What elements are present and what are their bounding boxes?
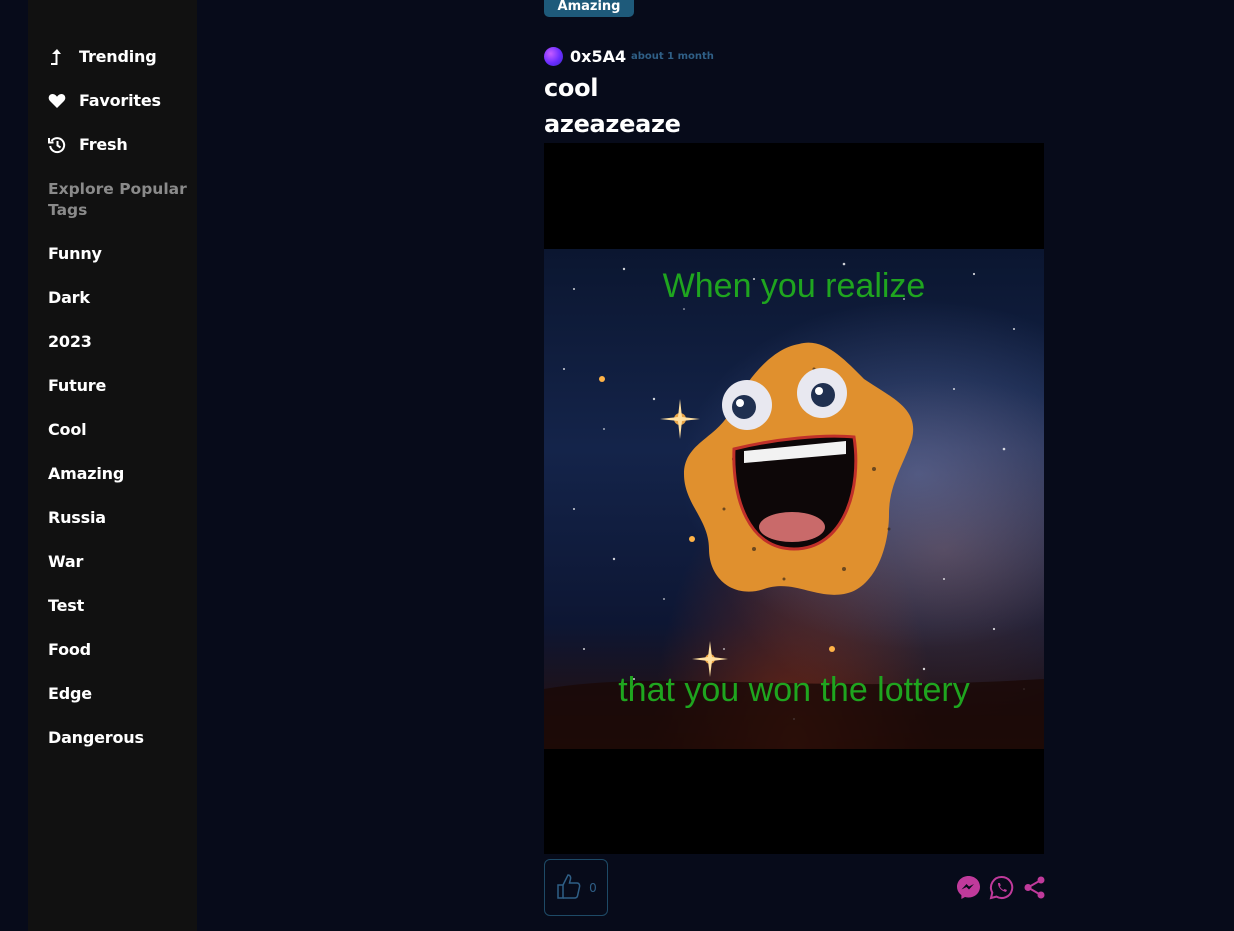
like-button[interactable]: 0 — [544, 859, 608, 916]
share-actions — [956, 875, 1047, 900]
meme-bottom-text: that you won the lottery — [618, 671, 970, 709]
tag-food[interactable]: Food — [48, 640, 91, 659]
nav-favorites-label: Favorites — [79, 91, 161, 110]
tag-cool[interactable]: Cool — [48, 420, 87, 439]
meme-image: When you realize that you won the lotter… — [544, 249, 1044, 749]
thumbs-up-icon — [555, 872, 583, 904]
avatar[interactable] — [544, 47, 563, 66]
tag-edge[interactable]: Edge — [48, 684, 92, 703]
tag-funny[interactable]: Funny — [48, 244, 102, 263]
nav-fresh[interactable]: Fresh — [48, 135, 128, 154]
nav-trending[interactable]: Trending — [48, 47, 157, 66]
author-name[interactable]: 0x5A4 — [570, 47, 626, 66]
post-title: cool — [544, 74, 599, 102]
tag-amazing[interactable]: Amazing — [48, 464, 124, 483]
sidebar: Trending Favorites Fresh Explore Popular… — [28, 0, 197, 931]
messenger-icon[interactable] — [956, 875, 981, 900]
heart-icon — [48, 92, 66, 110]
tag-war[interactable]: War — [48, 552, 83, 571]
whatsapp-icon[interactable] — [989, 875, 1014, 900]
tag-future[interactable]: Future — [48, 376, 106, 395]
like-count: 0 — [589, 880, 597, 895]
tag-russia[interactable]: Russia — [48, 508, 106, 527]
post-timestamp: about 1 month — [631, 51, 714, 62]
tag-dark[interactable]: Dark — [48, 288, 90, 307]
history-icon — [48, 136, 66, 154]
nav-trending-label: Trending — [79, 47, 157, 66]
explore-popular-tags-heading: Explore Popular Tags — [48, 180, 187, 219]
post-tag-pill[interactable]: Amazing — [544, 0, 634, 17]
nav-favorites[interactable]: Favorites — [48, 91, 161, 110]
nav-fresh-label: Fresh — [79, 135, 128, 154]
meme-top-text: When you realize — [662, 267, 926, 305]
tag-test[interactable]: Test — [48, 596, 84, 615]
share-icon[interactable] — [1022, 875, 1047, 900]
trending-arrow-icon — [48, 48, 66, 66]
tag-dangerous[interactable]: Dangerous — [48, 728, 144, 747]
post-subtitle: azeazeaze — [544, 110, 681, 138]
post-media[interactable]: When you realize that you won the lotter… — [544, 143, 1044, 854]
tag-2023[interactable]: 2023 — [48, 332, 92, 351]
